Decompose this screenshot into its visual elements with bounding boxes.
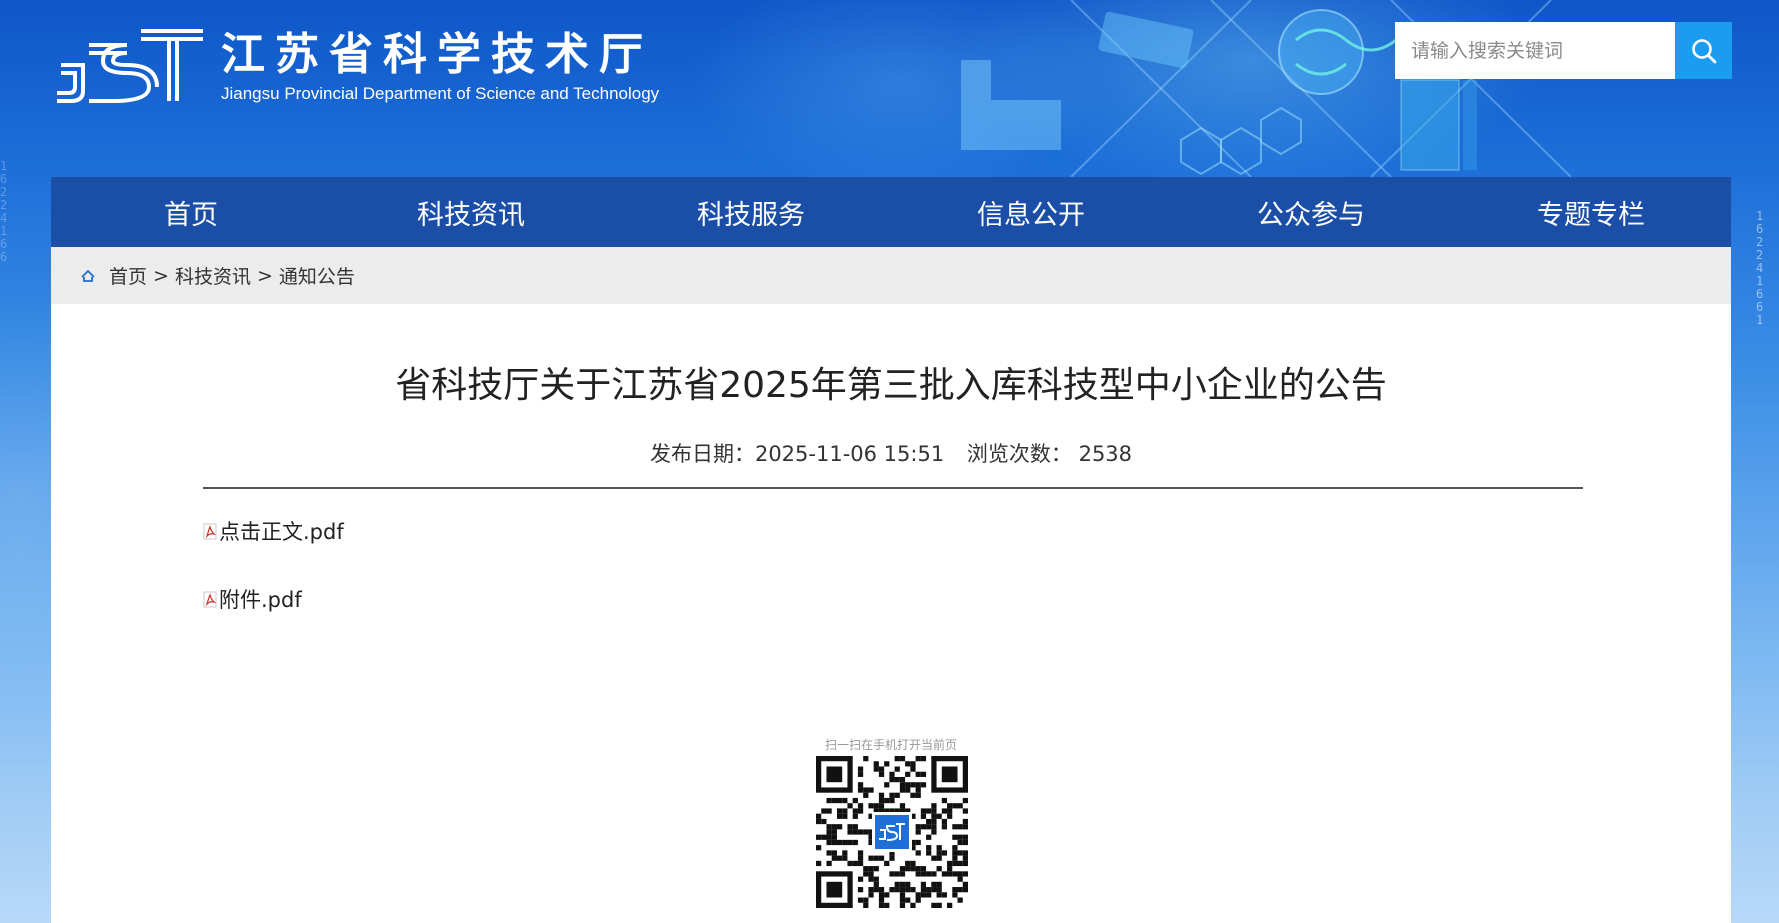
nav-item-public-participation[interactable]: 公众参与 bbox=[1171, 177, 1451, 247]
view-count: 2538 bbox=[1078, 442, 1133, 466]
attachment-name: 点击正文.pdf bbox=[219, 520, 344, 544]
article-content: 省科技厅关于江苏省2025年第三批入库科技型中小企业的公告 发布日期：2025-… bbox=[51, 304, 1731, 923]
title-divider bbox=[203, 487, 1583, 489]
nav-item-services[interactable]: 科技服务 bbox=[611, 177, 891, 247]
background-digit-pattern-right: 162241661 bbox=[1756, 209, 1764, 327]
main-nav: 首页 科技资讯 科技服务 信息公开 公众参与 专题专栏 bbox=[51, 177, 1731, 247]
article-meta: 发布日期：2025-11-06 15:51 浏览次数： 2538 bbox=[51, 438, 1731, 468]
site-subtitle: Jiangsu Provincial Department of Science… bbox=[221, 84, 660, 103]
search-button[interactable] bbox=[1675, 22, 1732, 79]
attachment-link[interactable]: 点击正文.pdf bbox=[203, 516, 344, 546]
article-title: 省科技厅关于江苏省2025年第三批入库科技型中小企业的公告 bbox=[395, 365, 1387, 406]
breadcrumb: 首页 > 科技资讯 > 通知公告 bbox=[51, 247, 1731, 304]
breadcrumb-separator: > bbox=[153, 264, 169, 287]
view-count-label: 浏览次数： bbox=[966, 442, 1072, 466]
publish-date: 2025-11-06 15:51 bbox=[754, 442, 945, 466]
nav-item-home[interactable]: 首页 bbox=[51, 177, 331, 247]
attachment-name: 附件.pdf bbox=[219, 588, 302, 612]
site-title: 江苏省科学技术厅 bbox=[221, 29, 653, 80]
breadcrumb-home-link[interactable]: 首页 bbox=[109, 262, 147, 289]
qr-code bbox=[816, 756, 968, 908]
nav-item-info-disclosure[interactable]: 信息公开 bbox=[891, 177, 1171, 247]
background-digit-pattern-left: 16224166 bbox=[0, 159, 8, 264]
attachment-link[interactable]: 附件.pdf bbox=[203, 584, 302, 614]
nav-item-news[interactable]: 科技资讯 bbox=[331, 177, 611, 247]
search-icon bbox=[1691, 38, 1716, 63]
jst-logo-small bbox=[872, 812, 912, 852]
breadcrumb-notices-link[interactable]: 通知公告 bbox=[279, 262, 355, 289]
pdf-icon bbox=[203, 523, 217, 539]
qr-caption: 扫一扫在手机打开当前页 bbox=[824, 738, 957, 752]
search-box bbox=[1395, 22, 1732, 79]
breadcrumb-news-link[interactable]: 科技资讯 bbox=[175, 262, 251, 289]
home-icon bbox=[81, 269, 95, 282]
site-header: 江苏省科学技术厅 Jiangsu Provincial Department o… bbox=[51, 0, 1732, 177]
search-input[interactable] bbox=[1395, 22, 1675, 79]
jst-logo bbox=[57, 29, 203, 103]
pdf-icon bbox=[203, 591, 217, 607]
nav-item-special-topics[interactable]: 专题专栏 bbox=[1451, 177, 1731, 247]
publish-date-label: 发布日期： bbox=[649, 442, 755, 466]
breadcrumb-separator: > bbox=[256, 264, 273, 287]
